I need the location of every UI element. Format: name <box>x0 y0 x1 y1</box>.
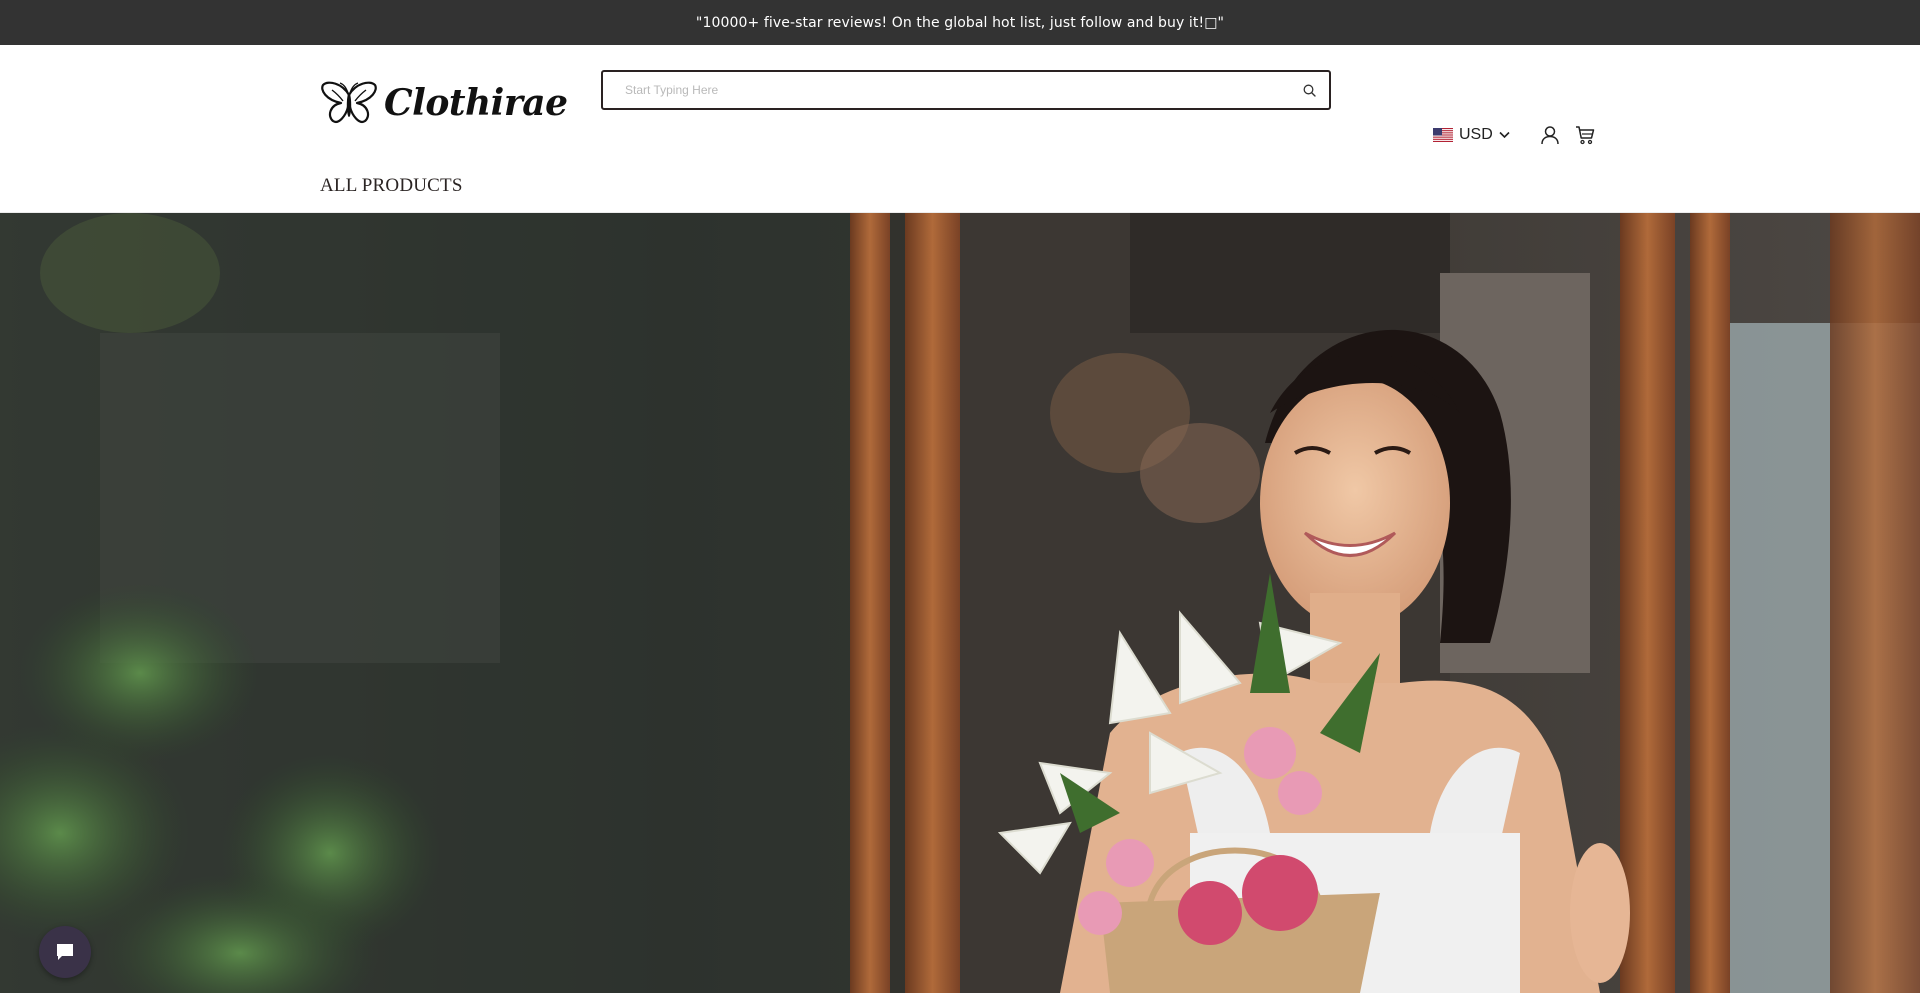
search-icon <box>1303 84 1316 97</box>
butterfly-logo-icon <box>321 81 377 123</box>
cart-icon <box>1575 126 1595 145</box>
site-header: Clothirae USD <box>0 45 1920 213</box>
nav-item-all-products[interactable]: ALL PRODUCTS <box>320 175 463 196</box>
chat-button[interactable] <box>39 926 91 978</box>
store-logo[interactable]: Clothirae <box>320 81 568 125</box>
chat-bubble-icon <box>57 944 73 960</box>
announcement-text: "10000+ five-star reviews! On the global… <box>695 14 1225 31</box>
hero-banner[interactable] <box>0 213 1920 993</box>
announcement-bar: "10000+ five-star reviews! On the global… <box>0 0 1920 45</box>
search-button[interactable] <box>1289 72 1329 108</box>
cart-button[interactable] <box>1575 125 1595 145</box>
currency-selector[interactable]: USD <box>1433 126 1510 144</box>
account-button[interactable] <box>1540 125 1560 145</box>
main-nav: ALL PRODUCTS <box>320 175 463 197</box>
search-input[interactable] <box>603 72 1289 108</box>
search-bar <box>601 70 1331 110</box>
store-name: Clothirae <box>384 82 568 124</box>
currency-code: USD <box>1459 126 1493 143</box>
header-tools: USD <box>1433 125 1595 145</box>
user-icon <box>1541 126 1559 145</box>
chevron-down-icon <box>1499 131 1510 139</box>
us-flag-icon <box>1433 128 1453 142</box>
hero-image <box>0 213 1920 993</box>
